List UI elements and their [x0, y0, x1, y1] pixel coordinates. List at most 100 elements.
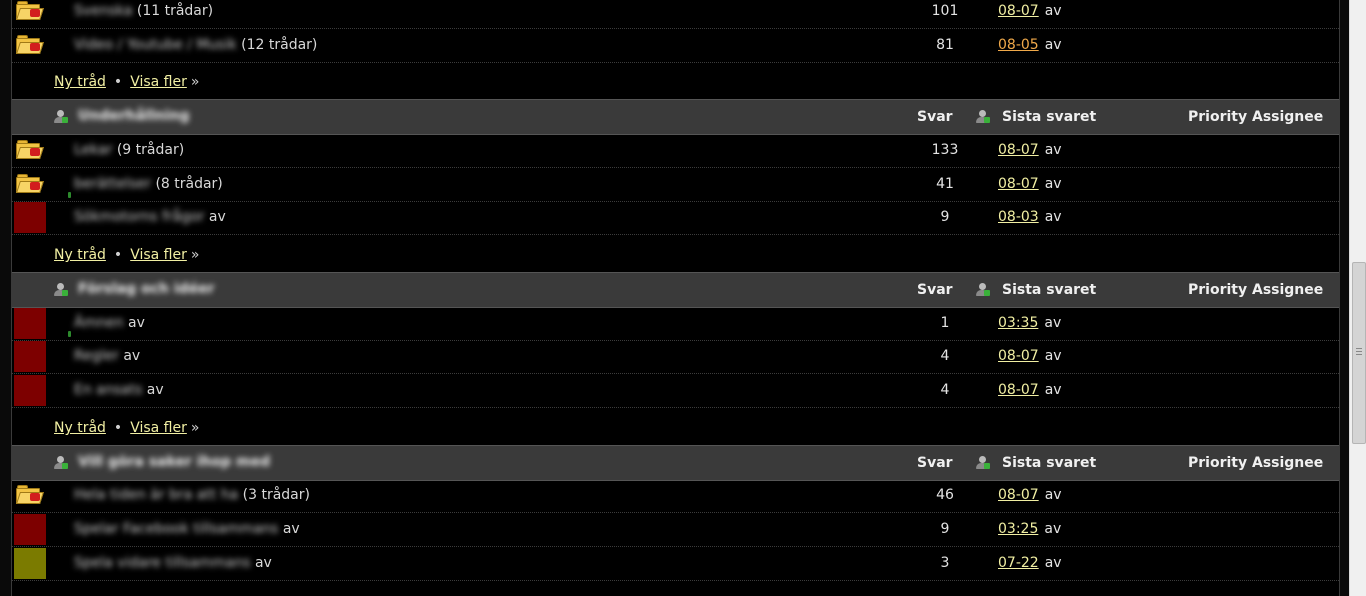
- thread-link[interactable]: Spela vidare tillsammans: [74, 555, 251, 571]
- thread-title: Sökmotorns frågor av: [74, 209, 226, 225]
- last-reply-link[interactable]: 08-07: [998, 382, 1039, 398]
- folder-part: [30, 493, 40, 501]
- thread-title: Hela tiden är bra att ha (3 trådar): [74, 487, 310, 503]
- thread-link[interactable]: Sökmotorns frågor: [74, 209, 204, 225]
- category-header: Vill göra saker ihop med Svar Sista svaret…: [12, 445, 1339, 481]
- category-header: Förslag och idéer Svar Sista svaret Priorit…: [12, 272, 1339, 308]
- last-reply-by: av: [1044, 209, 1062, 225]
- last-reply: 03:35 av: [998, 315, 1061, 331]
- user-add-icon: [54, 110, 68, 124]
- last-reply-by: av: [1044, 37, 1062, 53]
- thread-link[interactable]: En ansats: [74, 382, 142, 398]
- status-icon: [14, 308, 46, 339]
- user-add-icon: [54, 456, 68, 470]
- thread-row: Hela tiden är bra att ha (3 trådar) 46 08-…: [12, 479, 1339, 513]
- last-reply: 08-07 av: [998, 348, 1062, 364]
- last-reply: 03:25 av: [998, 521, 1061, 537]
- user-head: [57, 456, 64, 463]
- thread-title: Spela vidare tillsammans av: [74, 555, 272, 571]
- leaf-icon: [68, 331, 71, 337]
- footer-links: Ny tråd • Visa fler»: [54, 74, 199, 90]
- thread-link[interactable]: berättelser: [74, 176, 151, 192]
- show-more-link[interactable]: Visa fler: [130, 74, 187, 90]
- thread-title: En ansats av: [74, 382, 164, 398]
- reply-count: 41: [936, 176, 954, 192]
- thread-subtext: (8 trådar): [155, 176, 223, 192]
- thread-row: Video / Youtube / Musik (12 trådar) 81 08-…: [12, 29, 1339, 63]
- section-footer: Ny tråd • Visa fler»: [12, 63, 1339, 100]
- thread-link[interactable]: Video / Youtube / Musik: [74, 37, 237, 53]
- status-icon: [14, 341, 46, 372]
- reply-count: 3: [940, 555, 950, 571]
- scrollbar-thumb[interactable]: [1352, 262, 1366, 444]
- reply-count: 4: [940, 348, 950, 364]
- show-more-link[interactable]: Visa fler: [130, 420, 187, 436]
- last-reply-by: av: [1044, 315, 1062, 331]
- last-reply-link[interactable]: 08-03: [998, 209, 1039, 225]
- last-reply-by: av: [1044, 555, 1062, 571]
- thread-title: Spelar Facebook tillsammans av: [74, 521, 300, 537]
- user-head: [979, 456, 986, 463]
- last-reply-link[interactable]: 07-22: [998, 555, 1039, 571]
- thread-row: berättelser (8 trådar) 41 08-07 av: [12, 168, 1339, 202]
- reply-count: 133: [931, 142, 959, 158]
- forum-listing: Svenska (11 trådar) 101 08-07 av Video / You…: [11, 0, 1340, 596]
- folder-part: [30, 182, 40, 190]
- last-reply-by: av: [1044, 142, 1062, 158]
- user-plus: [984, 290, 990, 296]
- last-reply-link[interactable]: 08-07: [998, 348, 1039, 364]
- new-thread-link[interactable]: Ny tråd: [54, 247, 106, 263]
- folder-icon: [14, 0, 46, 27]
- scrollbar-grip-icon: [1356, 348, 1362, 355]
- thread-row: Ämnen av 1 03:35 av: [12, 307, 1339, 341]
- last-reply: 08-07 av: [998, 487, 1062, 503]
- thread-subtext: av: [128, 315, 145, 331]
- thread-subtext: av: [123, 348, 141, 364]
- thread-link[interactable]: Hela tiden är bra att ha: [74, 487, 238, 503]
- user-head: [979, 283, 986, 290]
- thread-title: berättelser (8 trådar): [74, 176, 223, 192]
- thread-row: Lekar (9 trådar) 133 08-07 av: [12, 134, 1339, 168]
- user-add-icon: [976, 110, 990, 124]
- folder-part: [30, 148, 40, 156]
- column-sista-svaret: Sista svaret: [1002, 109, 1097, 125]
- last-reply-link[interactable]: 08-07: [998, 487, 1039, 503]
- last-reply: 08-05 av: [998, 37, 1062, 53]
- new-thread-link[interactable]: Ny tråd: [54, 420, 106, 436]
- show-more-link[interactable]: Visa fler: [130, 247, 187, 263]
- category-name[interactable]: Förslag och idéer: [78, 281, 214, 297]
- thread-link[interactable]: Regler: [74, 348, 119, 364]
- last-reply-link[interactable]: 08-07: [998, 3, 1039, 19]
- column-sista-svaret: Sista svaret: [1002, 282, 1097, 298]
- user-head: [57, 110, 64, 117]
- last-reply-link[interactable]: 08-07: [998, 142, 1039, 158]
- category-name[interactable]: Vill göra saker ihop med: [78, 454, 270, 470]
- thread-link[interactable]: Lekar: [74, 142, 112, 158]
- last-reply-link[interactable]: 03:25: [998, 521, 1038, 537]
- last-reply-link[interactable]: 08-07: [998, 176, 1039, 192]
- status-icon: [14, 202, 46, 233]
- thread-link[interactable]: Ämnen: [74, 315, 124, 331]
- user-plus: [62, 117, 68, 123]
- last-reply-link[interactable]: 08-05: [998, 37, 1039, 53]
- category-name[interactable]: Underhållning: [78, 108, 190, 124]
- folder-icon: [14, 135, 46, 166]
- reply-count: 9: [940, 521, 950, 537]
- thread-subtext: (9 trådar): [116, 142, 185, 158]
- footer-links: Ny tråd • Visa fler»: [54, 247, 199, 263]
- reply-count: 1: [940, 315, 950, 331]
- last-reply-by: av: [1044, 348, 1062, 364]
- thread-link[interactable]: Svenska: [74, 3, 132, 19]
- user-plus: [984, 117, 990, 123]
- last-reply-by: av: [1044, 3, 1062, 19]
- last-reply-by: av: [1044, 382, 1062, 398]
- status-icon: [14, 548, 46, 579]
- column-priority-assignee: Priority Assignee: [1188, 455, 1324, 471]
- last-reply-link[interactable]: 03:35: [998, 315, 1038, 331]
- status-icon: [14, 375, 46, 406]
- last-reply-by: av: [1044, 487, 1062, 503]
- scrollbar[interactable]: [1349, 0, 1366, 596]
- thread-link[interactable]: Spelar Facebook tillsammans: [74, 521, 278, 537]
- thread-subtext: av: [282, 521, 300, 537]
- new-thread-link[interactable]: Ny tråd: [54, 74, 106, 90]
